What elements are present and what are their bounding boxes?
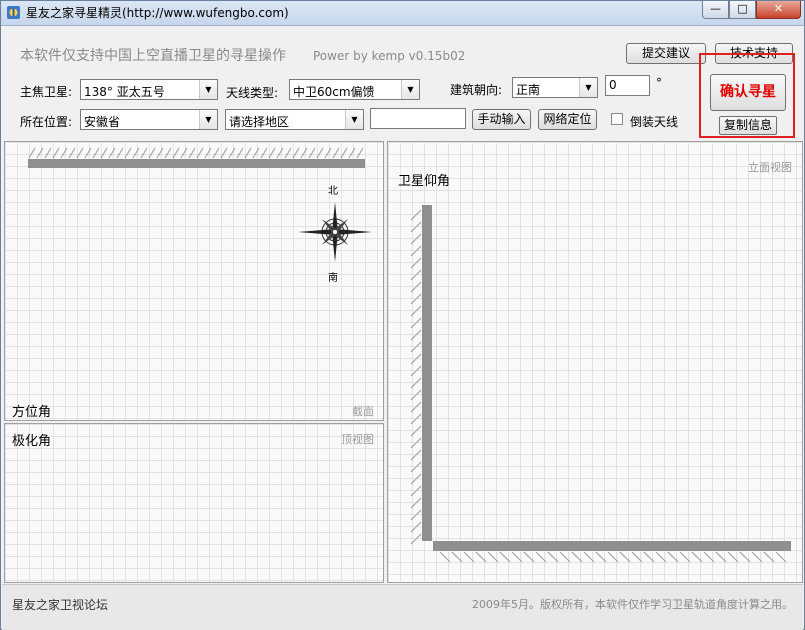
submit-suggestion-button[interactable]: 提交建议 (626, 43, 706, 64)
orientation-angle-input[interactable]: 0 (605, 75, 650, 96)
chevron-down-icon: ▼ (401, 80, 419, 99)
close-button[interactable]: ✕ (756, 1, 801, 19)
minimize-button[interactable]: — (702, 1, 729, 19)
azimuth-panel: 北 南 方位角 截面 (4, 141, 384, 421)
forum-link[interactable]: 星友之家卫视论坛 (12, 596, 108, 613)
status-bar: 星友之家卫视论坛 2009年5月。版权所有，本软件仅作学习卫星轨道角度计算之用。 (2, 584, 803, 630)
polarization-panel: 极化角 顶视图 (4, 423, 384, 583)
compass-south-label: 南 (328, 273, 338, 284)
maximize-button[interactable]: □ (729, 1, 756, 19)
elevation-drawing (410, 205, 791, 563)
invert-antenna-label: 倒装天线 (630, 115, 679, 129)
polarization-title: 极化角 (12, 434, 52, 449)
app-window: 星友之家寻星精灵(http://www.wufengbo.com) — □ ✕ … (0, 0, 805, 630)
chevron-down-icon: ▼ (579, 78, 597, 97)
close-icon: ✕ (773, 2, 784, 15)
chevron-down-icon: ▼ (345, 110, 363, 129)
orientation-select[interactable]: 正南 ▼ (512, 77, 598, 98)
minimize-icon: — (710, 2, 721, 15)
antenna-select-value: 中卫60cm偏馈 (293, 85, 375, 99)
azimuth-drawing (28, 147, 365, 168)
copy-info-button[interactable]: 复制信息 (719, 116, 777, 135)
province-select-value: 安徽省 (84, 115, 121, 129)
azimuth-title: 方位角 (12, 405, 52, 420)
region-select[interactable]: 请选择地区 ▼ (225, 109, 364, 130)
title-bar: 星友之家寻星精灵(http://www.wufengbo.com) — □ ✕ (1, 1, 804, 26)
chevron-down-icon: ▼ (199, 110, 217, 129)
compass-north-label: 北 (328, 186, 338, 197)
invert-antenna-checkbox[interactable] (611, 113, 623, 125)
location-text-input[interactable] (370, 108, 466, 129)
network-locate-button[interactable]: 网络定位 (538, 109, 597, 130)
province-select[interactable]: 安徽省 ▼ (80, 109, 218, 130)
polarization-subtitle: 顶视图 (341, 433, 374, 446)
confirm-search-button[interactable]: 确认寻星 (710, 74, 786, 111)
orientation-label: 建筑朝向: (450, 83, 503, 97)
satellite-app-icon (7, 6, 20, 19)
antenna-select[interactable]: 中卫60cm偏馈 ▼ (289, 79, 420, 100)
version-text: Power by kemp v0.15b02 (313, 49, 466, 63)
notice-text: 本软件仅支持中国上空直播卫星的寻星操作 (20, 48, 286, 64)
antenna-label: 天线类型: (226, 86, 279, 100)
satellite-label: 主焦卫星: (20, 85, 73, 99)
orientation-select-value: 正南 (516, 83, 541, 97)
chevron-down-icon: ▼ (199, 80, 217, 99)
elevation-panel: 卫星仰角 立面视图 (387, 141, 803, 583)
copyright-text: 2009年5月。版权所有，本软件仅作学习卫星轨道角度计算之用。 (472, 598, 793, 611)
manual-input-button[interactable]: 手动输入 (472, 109, 531, 130)
window-title: 星友之家寻星精灵(http://www.wufengbo.com) (26, 6, 289, 20)
azimuth-subtitle: 截面 (352, 405, 374, 418)
maximize-icon: □ (737, 2, 748, 15)
region-select-value: 请选择地区 (229, 115, 290, 129)
satellite-select-value: 138° 亚太五号 (84, 85, 165, 99)
compass-rose-icon (298, 202, 372, 262)
degree-symbol: ° (656, 76, 662, 90)
location-label: 所在位置: (20, 115, 73, 129)
satellite-select[interactable]: 138° 亚太五号 ▼ (80, 79, 218, 100)
